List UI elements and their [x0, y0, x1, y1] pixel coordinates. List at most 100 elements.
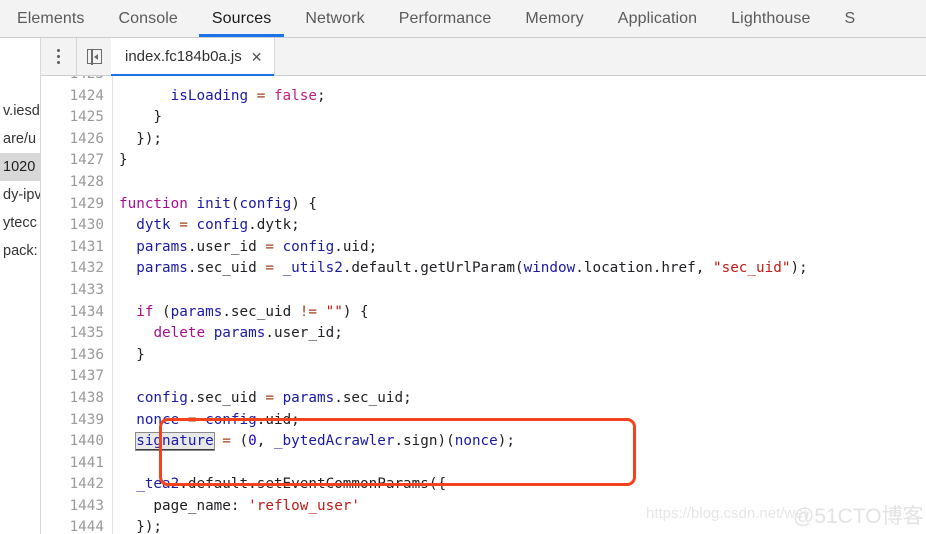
- line-number[interactable]: 1435: [41, 323, 113, 345]
- line-number[interactable]: 1433: [41, 279, 113, 302]
- code-token: params: [282, 389, 335, 406]
- code-token: 0: [248, 433, 257, 450]
- line-number[interactable]: 1432: [41, 258, 113, 280]
- code-token: window: [523, 260, 576, 277]
- line-number[interactable]: 1429: [41, 193, 113, 216]
- line-number[interactable]: 1441: [41, 452, 113, 475]
- devtools-tab-application[interactable]: Application: [601, 0, 714, 37]
- more-vertical-icon[interactable]: [41, 38, 77, 75]
- code-line-text[interactable]: }: [113, 345, 145, 367]
- line-number[interactable]: 1427: [41, 150, 113, 172]
- code-line-text[interactable]: isLoading = false;: [113, 86, 326, 108]
- code-token: "": [325, 303, 343, 320]
- code-token: _utils2: [282, 260, 343, 277]
- editor-tab-index-js[interactable]: index.fc184b0a.js ✕: [111, 38, 275, 76]
- line-number[interactable]: 1440: [41, 431, 113, 453]
- collapse-sidebar-icon[interactable]: [77, 38, 111, 75]
- code-token: );: [790, 260, 808, 277]
- code-token: config: [205, 411, 257, 428]
- code-token: params: [213, 325, 266, 342]
- code-token: =: [222, 433, 231, 450]
- code-line-text[interactable]: nonce = config.uid;: [113, 410, 300, 432]
- code-token: params: [136, 238, 188, 255]
- line-number[interactable]: 1442: [41, 474, 113, 496]
- code-line-text[interactable]: [113, 172, 119, 194]
- code-line: 1434 if (params.sec_uid != "") {: [41, 301, 926, 324]
- code-line-text[interactable]: [113, 280, 119, 302]
- code-line-text[interactable]: [113, 453, 119, 475]
- code-token: config: [239, 195, 292, 212]
- code-line-text[interactable]: signature = (0, _bytedAcrawler.sign)(non…: [113, 431, 515, 453]
- code-line-text[interactable]: });: [113, 517, 162, 534]
- line-number[interactable]: 1424: [41, 85, 113, 108]
- navigator-item[interactable]: pack:: [0, 237, 40, 265]
- line-number[interactable]: 1443: [41, 495, 113, 518]
- code-line-text[interactable]: });: [113, 129, 162, 151]
- highlighted-token: signature: [135, 432, 215, 452]
- code-token: }: [119, 109, 163, 126]
- code-line-text[interactable]: [113, 366, 119, 388]
- code-token: _bytedAcrawler: [273, 433, 395, 450]
- code-line: 1435 delete params.user_id;: [41, 323, 926, 345]
- devtools-tab-console[interactable]: Console: [102, 0, 195, 37]
- devtools-window: Elements Console Sources Network Performance…: [0, 0, 926, 534]
- devtools-tab-memory[interactable]: Memory: [508, 0, 600, 37]
- devtools-tab-s[interactable]: S: [827, 0, 855, 37]
- line-number[interactable]: 1428: [41, 171, 113, 194]
- devtools-panel-tabbar: Elements Console Sources Network Performance…: [0, 0, 926, 38]
- navigator-item[interactable]: are/u: [0, 125, 40, 153]
- code-line-text[interactable]: [113, 76, 119, 86]
- code-line-text[interactable]: params.user_id = config.uid;: [113, 237, 377, 259]
- line-number[interactable]: 1436: [41, 344, 113, 367]
- line-number[interactable]: 1434: [41, 301, 113, 324]
- line-number[interactable]: 1423: [41, 76, 113, 86]
- line-number[interactable]: 1439: [41, 409, 113, 432]
- code-line-text[interactable]: delete params.user_id;: [113, 323, 342, 345]
- navigator-item[interactable]: v.iesd: [0, 97, 40, 125]
- code-line: 1443 page_name: 'reflow_user': [41, 495, 926, 518]
- devtools-tab-sources[interactable]: Sources: [195, 0, 288, 37]
- navigator-item[interactable]: dy-ipv: [0, 181, 40, 209]
- code-token: params: [136, 260, 188, 277]
- code-line-text[interactable]: config.sec_uid = params.sec_uid;: [113, 388, 411, 410]
- code-token: init: [196, 195, 231, 212]
- code-line: 1444 });: [41, 517, 926, 534]
- devtools-tab-elements[interactable]: Elements: [0, 0, 102, 37]
- close-icon[interactable]: ✕: [251, 50, 263, 64]
- line-number[interactable]: 1437: [41, 366, 113, 388]
- line-number[interactable]: 1438: [41, 387, 113, 410]
- code-line: 1441: [41, 452, 926, 475]
- code-line-text[interactable]: params.sec_uid = _utils2.default.getUrlP…: [113, 258, 808, 280]
- devtools-tab-lighthouse[interactable]: Lighthouse: [714, 0, 827, 37]
- code-editor[interactable]: 14231424 isLoading = false;1425 }1426 })…: [41, 76, 926, 534]
- code-line-text[interactable]: page_name: 'reflow_user': [113, 496, 360, 518]
- navigator-spacer: [0, 38, 40, 97]
- code-line-text[interactable]: }: [113, 150, 128, 172]
- code-token: config: [282, 238, 335, 255]
- collapse-sidebar-glyph: [86, 48, 102, 65]
- devtools-tab-network[interactable]: Network: [288, 0, 381, 37]
- code-line-text[interactable]: if (params.sec_uid != "") {: [113, 302, 368, 324]
- code-line-text[interactable]: dytk = config.dytk;: [113, 215, 300, 237]
- editor-tabrow-filler: [274, 38, 926, 75]
- code-line-text[interactable]: }: [113, 107, 162, 129]
- line-number[interactable]: 1444: [41, 517, 113, 534]
- code-line-text[interactable]: _tea2.default.setEventCommonParams({: [113, 474, 446, 496]
- devtools-tab-performance[interactable]: Performance: [382, 0, 509, 37]
- code-line: 1442 _tea2.default.setEventCommonParams(…: [41, 474, 926, 496]
- code-token: isLoading: [170, 87, 249, 104]
- line-number[interactable]: 1431: [41, 236, 113, 259]
- line-number[interactable]: 1430: [41, 215, 113, 237]
- navigator-item[interactable]: ytecc: [0, 209, 40, 237]
- navigator-item[interactable]: 1020: [0, 153, 40, 181]
- code-line-text[interactable]: function init(config) {: [113, 194, 317, 216]
- line-number[interactable]: 1426: [41, 128, 113, 151]
- line-number[interactable]: 1425: [41, 107, 113, 129]
- file-navigator-sidebar[interactable]: v.iesd are/u 1020 dy-ipv ytecc pack:: [0, 38, 41, 534]
